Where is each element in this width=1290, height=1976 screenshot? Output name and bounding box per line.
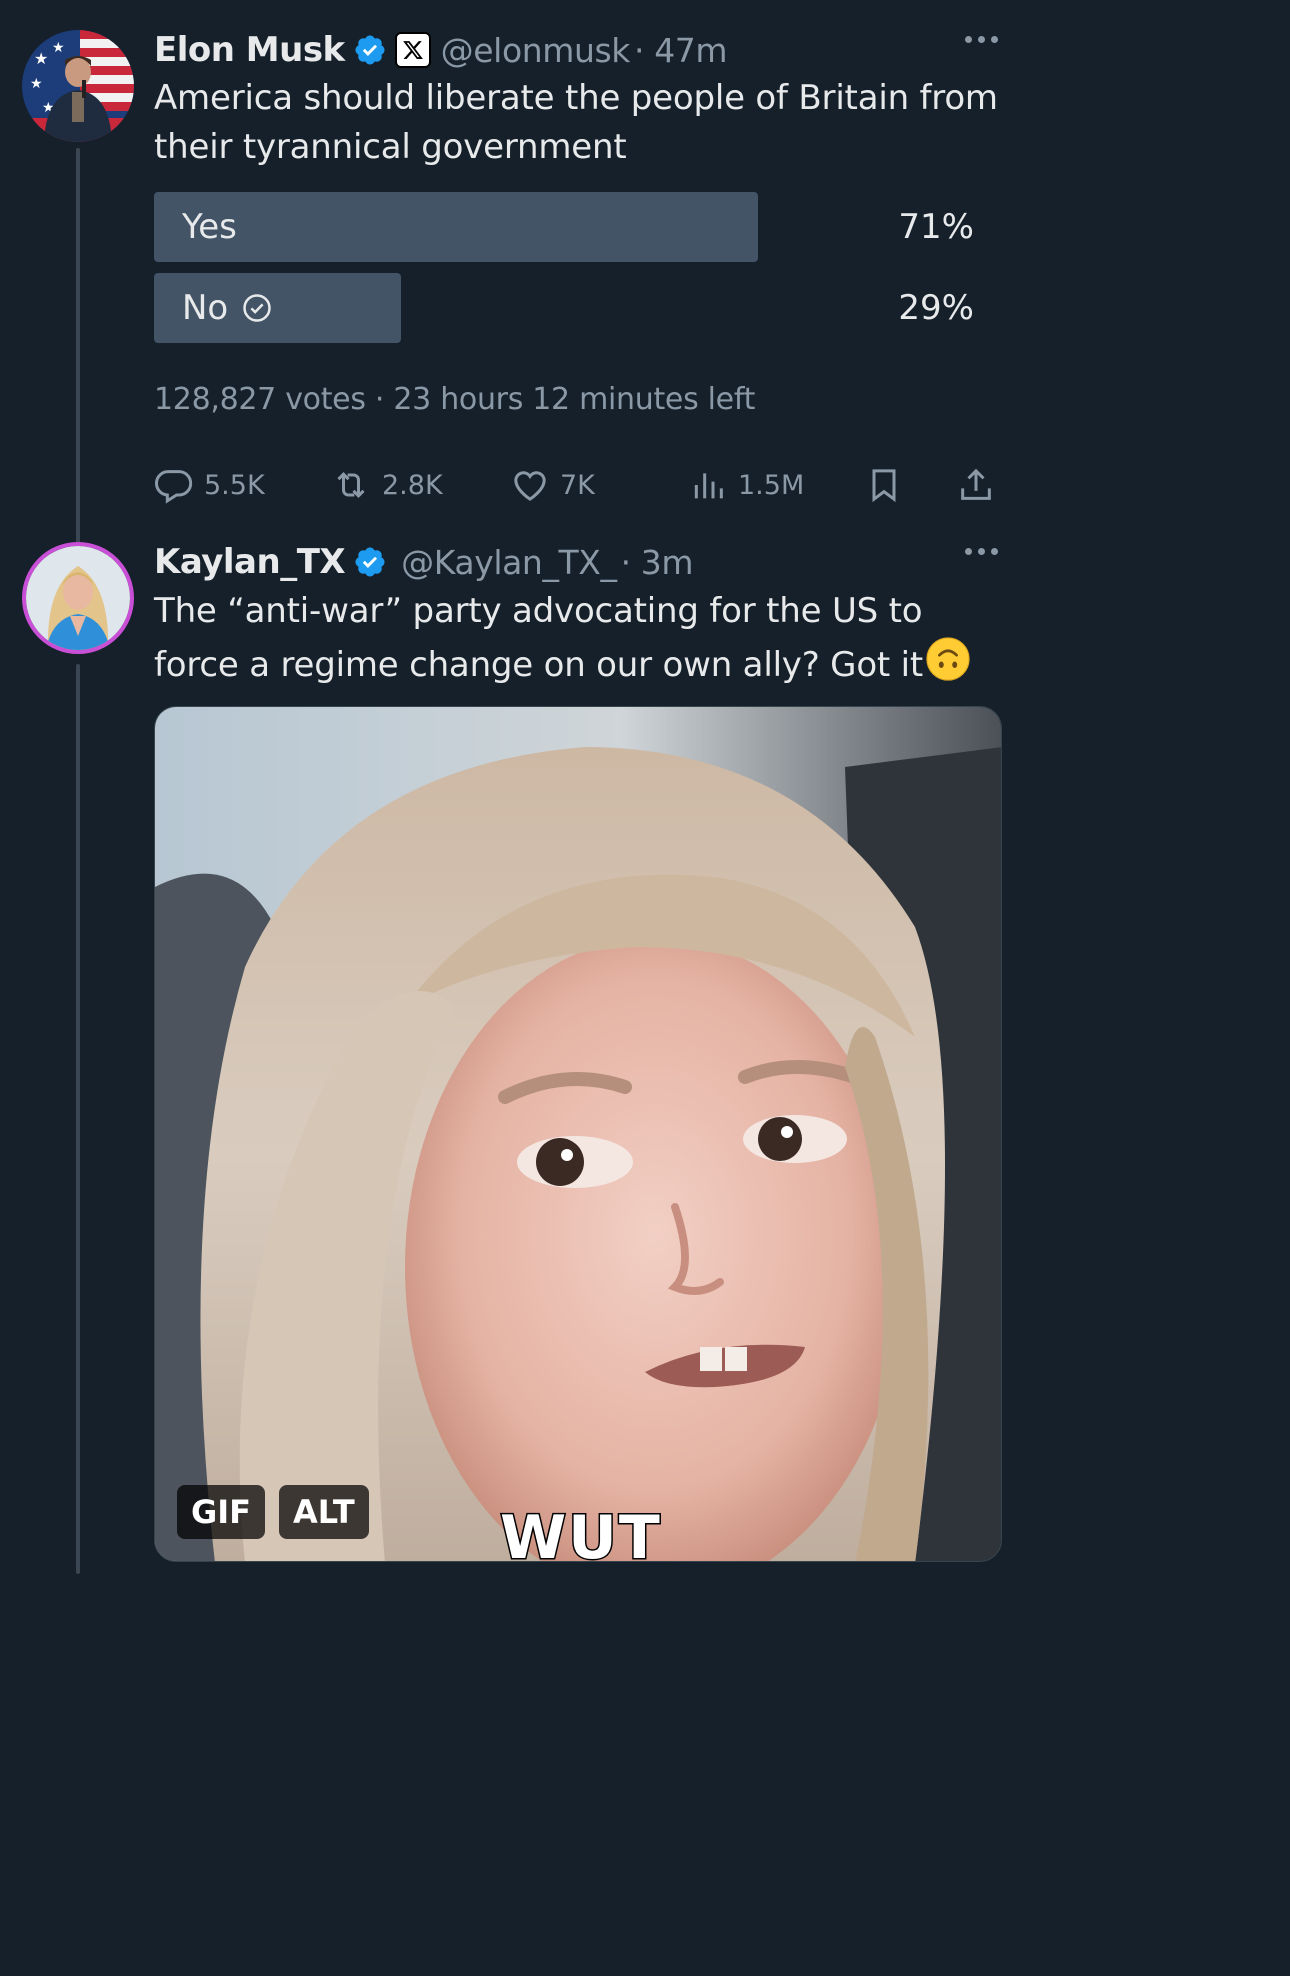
- heart-icon: [510, 465, 550, 505]
- avatar[interactable]: ★ ★ ★ ★: [22, 30, 134, 142]
- poll-vote-count: 128,827 votes: [154, 382, 366, 417]
- poll-bar-yes: [154, 192, 758, 262]
- poll-option-label: Yes: [182, 207, 237, 247]
- bookmark-button[interactable]: [864, 458, 904, 512]
- tweet-text: America should liberate the people of Br…: [154, 78, 998, 167]
- upside-down-face-icon: [925, 636, 971, 696]
- repost-count: 2.8K: [382, 469, 443, 501]
- tweet-header: Kaylan_TX @Kaylan_TX_ · 3m: [154, 536, 694, 588]
- tweet-kaylan[interactable]: Kaylan_TX @Kaylan_TX_ · 3m The “anti-war…: [0, 536, 1024, 1574]
- repost-button[interactable]: 2.8K: [330, 458, 443, 512]
- thread-connector: [76, 148, 80, 560]
- poll-label: Yes: [182, 192, 237, 262]
- like-count: 7K: [560, 469, 595, 501]
- display-name[interactable]: Kaylan_TX: [154, 542, 346, 582]
- tweet-elon[interactable]: ★ ★ ★ ★ Elon Musk @elonmusk · 47m Americ…: [0, 24, 1024, 560]
- more-options-icon[interactable]: [965, 36, 998, 43]
- action-bar: 5.5K 2.8K 7K 1.5M: [154, 458, 1000, 512]
- more-options-icon[interactable]: [965, 548, 998, 555]
- gif-caption: WUT: [499, 1502, 662, 1562]
- handle[interactable]: @elonmusk: [441, 31, 631, 70]
- gif-image: [155, 707, 1001, 1561]
- timestamp[interactable]: · 3m: [621, 543, 694, 582]
- views-icon: [688, 465, 728, 505]
- tweet-text: The “anti-war” party advocating for the …: [154, 587, 974, 696]
- bookmark-icon: [864, 465, 904, 505]
- reply-button[interactable]: 5.5K: [154, 458, 265, 512]
- tweet-header: Elon Musk @elonmusk · 47m: [154, 24, 728, 76]
- repost-icon: [330, 465, 372, 505]
- tweet-text-body: The “anti-war” party advocating for the …: [154, 591, 924, 685]
- poll-option-label: No: [182, 288, 229, 328]
- like-button[interactable]: 7K: [510, 458, 595, 512]
- svg-text:★: ★: [30, 76, 43, 92]
- reply-count: 5.5K: [204, 469, 265, 501]
- handle[interactable]: @Kaylan_TX_: [401, 543, 617, 582]
- poll-meta: 128,827 votes · 23 hours 12 minutes left: [154, 382, 755, 417]
- poll-label: No: [182, 273, 272, 343]
- gif-badge[interactable]: GIF: [177, 1485, 266, 1539]
- poll-option-yes: Yes 71%: [154, 192, 974, 262]
- thread-connector: [76, 664, 80, 1574]
- gif-media[interactable]: WUT GIF ALT: [154, 706, 1002, 1562]
- poll-time-left: · 23 hours 12 minutes left: [374, 382, 756, 417]
- share-icon: [956, 465, 996, 505]
- poll-option-no: No 29%: [154, 273, 974, 343]
- poll-percent: 29%: [898, 288, 974, 328]
- display-name[interactable]: Elon Musk: [154, 30, 345, 70]
- share-button[interactable]: [956, 458, 996, 512]
- reply-icon: [154, 465, 194, 505]
- verified-badge-icon: [353, 33, 387, 67]
- avatar[interactable]: [22, 542, 134, 654]
- poll-percent: 71%: [898, 207, 974, 247]
- views-button[interactable]: 1.5M: [688, 458, 804, 512]
- x-affiliate-icon: [394, 32, 431, 68]
- views-count: 1.5M: [738, 469, 805, 501]
- verified-badge-icon: [353, 545, 387, 579]
- alt-badge[interactable]: ALT: [279, 1485, 369, 1539]
- svg-text:★: ★: [52, 40, 65, 56]
- voted-check-icon: [242, 293, 272, 323]
- svg-text:★: ★: [34, 49, 48, 68]
- timestamp[interactable]: · 47m: [634, 31, 728, 70]
